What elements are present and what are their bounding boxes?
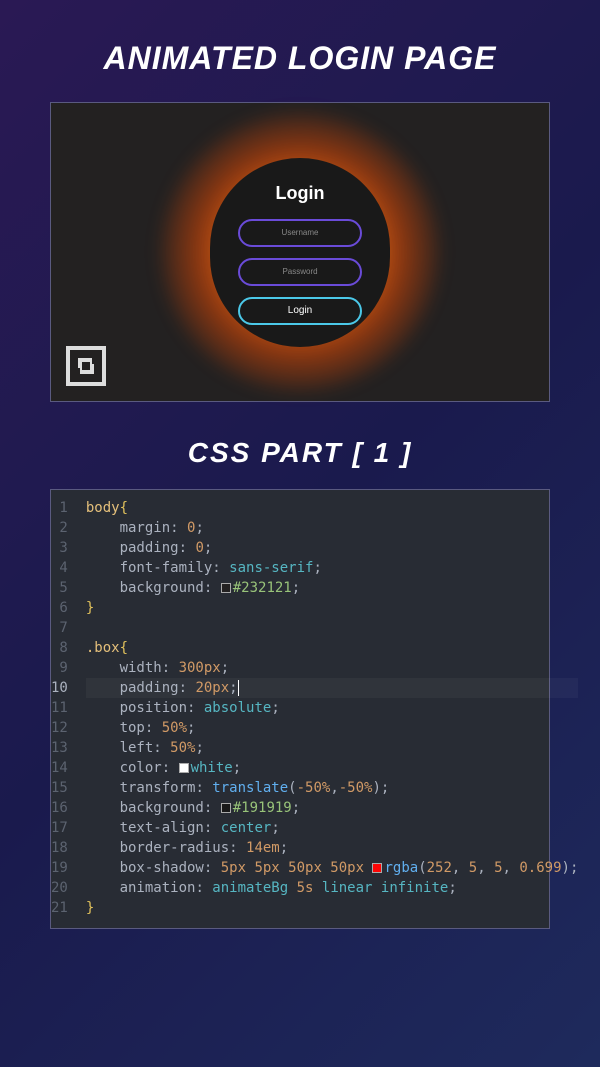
color-swatch-icon <box>179 763 189 773</box>
username-field[interactable]: Username <box>238 219 362 247</box>
line-number: 2 <box>51 518 68 538</box>
code-line: position: absolute; <box>86 698 579 718</box>
color-swatch-icon <box>372 863 382 873</box>
code-line: padding: 0; <box>86 538 579 558</box>
brand-logo-icon <box>66 346 106 386</box>
line-number: 18 <box>51 838 68 858</box>
text-cursor <box>238 680 239 696</box>
line-number: 17 <box>51 818 68 838</box>
line-number: 12 <box>51 718 68 738</box>
code-content: body{ margin: 0; padding: 0; font-family… <box>78 490 579 928</box>
color-swatch-icon <box>221 583 231 593</box>
code-line: box-shadow: 5px 5px 50px 50px rgba(252, … <box>86 858 579 878</box>
code-line: padding: 20px; <box>86 678 579 698</box>
line-number: 5 <box>51 578 68 598</box>
code-line: background: #191919; <box>86 798 579 818</box>
line-number: 7 <box>51 618 68 638</box>
code-line: } <box>86 898 579 918</box>
line-number: 4 <box>51 558 68 578</box>
page-title: ANIMATED LOGIN PAGE <box>104 40 497 77</box>
code-line: border-radius: 14em; <box>86 838 579 858</box>
code-line: transform: translate(-50%,-50%); <box>86 778 579 798</box>
password-field[interactable]: Password <box>238 258 362 286</box>
line-number: 16 <box>51 798 68 818</box>
line-number: 3 <box>51 538 68 558</box>
code-line: background: #232121; <box>86 578 579 598</box>
section-title: CSS PART [ 1 ] <box>188 437 413 469</box>
line-number: 19 <box>51 858 68 878</box>
code-line: animation: animateBg 5s linear infinite; <box>86 878 579 898</box>
line-number: 13 <box>51 738 68 758</box>
line-number: 8 <box>51 638 68 658</box>
line-number: 9 <box>51 658 68 678</box>
line-number: 21 <box>51 898 68 918</box>
code-line: color: white; <box>86 758 579 778</box>
code-line: margin: 0; <box>86 518 579 538</box>
code-editor: 123456789101112131415161718192021 body{ … <box>50 489 550 929</box>
code-line: font-family: sans-serif; <box>86 558 579 578</box>
login-heading: Login <box>276 183 325 204</box>
login-preview-panel: Login Username Password Login <box>50 102 550 402</box>
line-number: 14 <box>51 758 68 778</box>
line-number: 10 <box>51 678 68 698</box>
color-swatch-icon <box>221 803 231 813</box>
login-button[interactable]: Login <box>238 297 362 325</box>
code-line: text-align: center; <box>86 818 579 838</box>
code-line: top: 50%; <box>86 718 579 738</box>
code-line: } <box>86 598 579 618</box>
code-line: width: 300px; <box>86 658 579 678</box>
code-line: body{ <box>86 498 579 518</box>
code-line: left: 50%; <box>86 738 579 758</box>
line-number: 1 <box>51 498 68 518</box>
line-number: 11 <box>51 698 68 718</box>
login-form: Login Username Password Login <box>210 158 390 347</box>
line-number-gutter: 123456789101112131415161718192021 <box>51 490 78 928</box>
code-line <box>86 618 579 638</box>
line-number: 15 <box>51 778 68 798</box>
line-number: 6 <box>51 598 68 618</box>
code-line: .box{ <box>86 638 579 658</box>
line-number: 20 <box>51 878 68 898</box>
